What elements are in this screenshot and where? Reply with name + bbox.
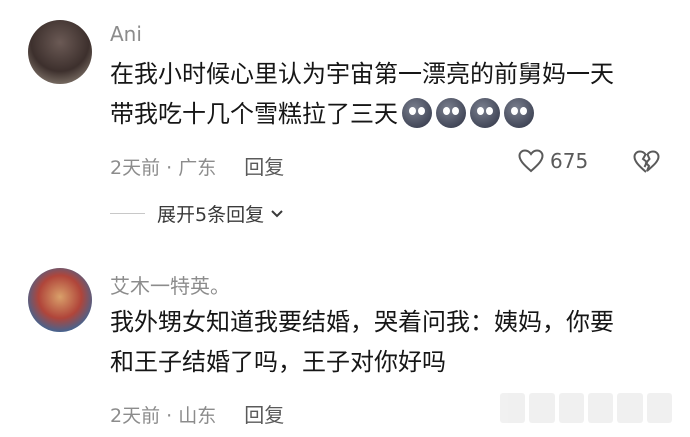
time-location: 2天前 · 广东 [110,157,217,179]
avatar[interactable] [28,268,92,332]
avatar[interactable] [28,20,92,84]
broken-heart-icon [633,150,660,173]
reply-button[interactable]: 回复 [244,399,284,428]
reply-button[interactable]: 回复 [244,151,284,180]
like-count: 675 [550,149,589,173]
comment-text: 在我小时候心里认为宇宙第一漂亮的前舅妈一天 带我吃十几个雪糕拉了三天 [110,54,670,134]
comment-text-line: 在我小时候心里认为宇宙第一漂亮的前舅妈一天 [110,60,614,88]
time-location: 2天前 · 山东 [110,405,217,427]
watermark [500,393,672,423]
comment-item: Ani 在我小时候心里认为宇宙第一漂亮的前舅妈一天 带我吃十几个雪糕拉了三天 2… [0,0,690,240]
sweating-face-emoji-icon [402,98,432,128]
username[interactable]: Ani [110,22,142,46]
sweating-face-emoji-icon [436,98,466,128]
chevron-down-icon [271,209,283,217]
comment-meta: 2天前 · 山东 回复 [110,399,284,428]
like-button[interactable]: 675 [518,149,588,173]
comment-text-line: 和王子结婚了吗，王子对你好吗 [110,348,446,376]
expand-replies-button[interactable]: 展开5条回复 [110,200,284,227]
dislike-button[interactable] [632,150,660,178]
heart-icon [518,149,544,173]
comment-text: 我外甥女知道我要结婚，哭着问我：姨妈，你要 和王子结婚了吗，王子对你好吗 [110,302,670,382]
divider [110,213,145,214]
comment-text-line-with-emoji: 带我吃十几个雪糕拉了三天 [110,94,670,134]
sweating-face-emoji-icon [504,98,534,128]
comment-text-line: 我外甥女知道我要结婚，哭着问我：姨妈，你要 [110,308,614,336]
sweating-face-emoji-icon [470,98,500,128]
comment-text-line: 带我吃十几个雪糕拉了三天 [110,100,398,128]
comment-meta: 2天前 · 广东 回复 [110,151,284,180]
expand-replies-label: 展开5条回复 [157,204,265,226]
username[interactable]: 艾木一特英。 [110,270,230,299]
